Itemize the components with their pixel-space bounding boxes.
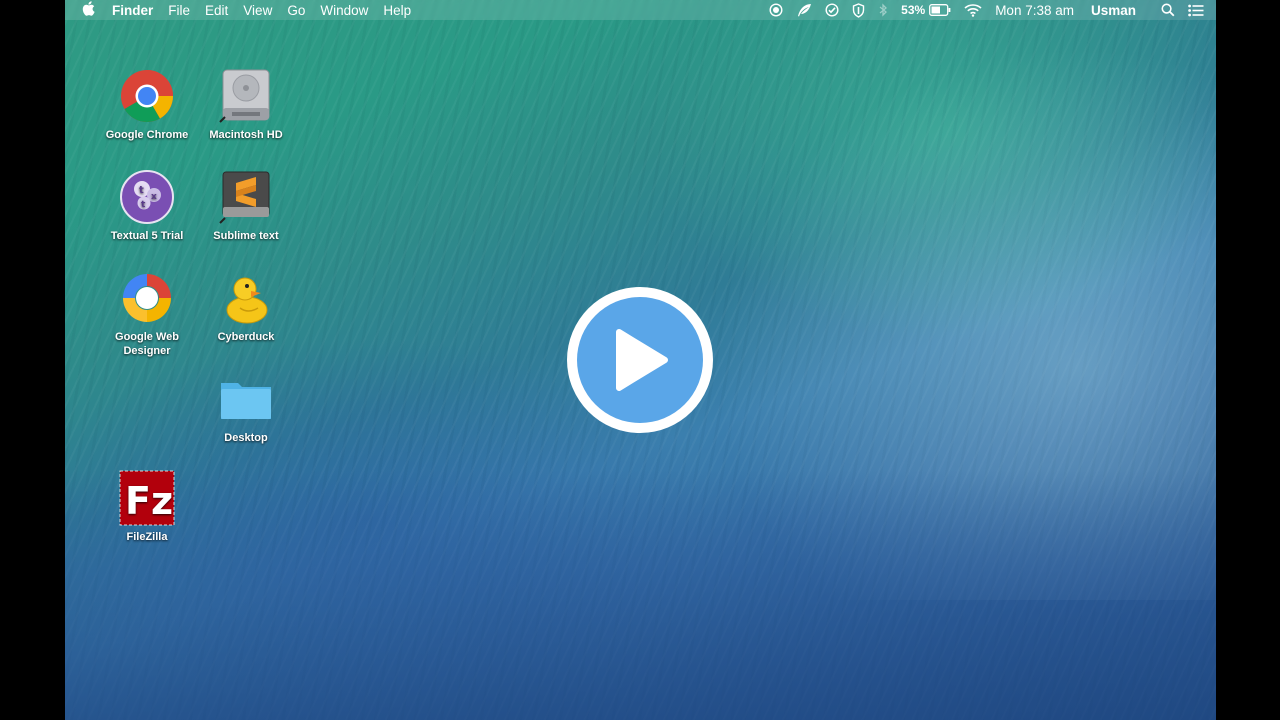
- chrome-icon: [119, 68, 175, 124]
- desktop-icon-google-chrome[interactable]: Google Chrome: [97, 68, 197, 142]
- desktop-icon-textual-5-trial[interactable]: t x t Textual 5 Trial: [97, 169, 197, 243]
- desktop-icon-macintosh-hd[interactable]: Macintosh HD: [196, 68, 296, 142]
- menu-go[interactable]: Go: [287, 3, 305, 18]
- desktop-icon-label: Google Web Designer: [115, 331, 179, 357]
- desktop-icon-label: Sublime text: [213, 230, 279, 242]
- hard-drive-icon: [218, 68, 274, 124]
- desktop-icon-filezilla[interactable]: Fz FileZilla: [97, 470, 197, 544]
- desktop-icon-label: Textual 5 Trial: [110, 230, 184, 242]
- feather-icon[interactable]: [796, 3, 812, 17]
- spotlight-search-icon[interactable]: [1161, 3, 1175, 17]
- svg-text:t: t: [139, 185, 144, 196]
- video-play-button[interactable]: [567, 287, 713, 433]
- desktop-icon-label: FileZilla: [126, 531, 168, 543]
- battery-percent[interactable]: 53%: [901, 3, 925, 17]
- svg-text:Fz: Fz: [125, 479, 173, 523]
- bluetooth-icon[interactable]: [878, 3, 888, 17]
- apple-menu-icon[interactable]: [82, 1, 95, 19]
- svg-text:x: x: [151, 192, 157, 202]
- menu-window[interactable]: Window: [320, 3, 368, 18]
- desktop-icon-desktop-folder[interactable]: Desktop: [196, 371, 296, 445]
- textual-chat-icon: t x t: [119, 169, 175, 225]
- shield-icon[interactable]: [852, 2, 865, 18]
- desktop-icon-cyberduck[interactable]: Cyberduck: [196, 270, 296, 344]
- wifi-icon[interactable]: [964, 3, 982, 17]
- sublime-text-icon: [218, 169, 274, 225]
- menu-help[interactable]: Help: [383, 3, 411, 18]
- record-icon[interactable]: [769, 3, 783, 17]
- svg-text:t: t: [141, 200, 146, 210]
- desktop-icon-google-web-designer[interactable]: Google Web Designer: [97, 270, 197, 358]
- folder-icon: [218, 371, 274, 427]
- desktop-icon-label: Macintosh HD: [209, 129, 283, 141]
- filezilla-icon: Fz: [119, 470, 175, 526]
- desktop-icon-label: Google Chrome: [105, 129, 189, 141]
- menu-clock[interactable]: Mon 7:38 am: [995, 3, 1074, 18]
- play-icon: [616, 329, 668, 391]
- battery-icon[interactable]: [929, 4, 951, 16]
- check-circle-icon[interactable]: [825, 3, 839, 17]
- menu-edit[interactable]: Edit: [205, 3, 228, 18]
- desktop-icon-label: Cyberduck: [217, 331, 275, 343]
- notification-center-icon[interactable]: [1188, 4, 1204, 17]
- menu-bar: Finder File Edit View Go Window Help 53%…: [65, 0, 1216, 20]
- desktop-icon-sublime-text[interactable]: Sublime text: [196, 169, 296, 243]
- menu-user[interactable]: Usman: [1091, 3, 1136, 18]
- play-button-circle: [577, 297, 703, 423]
- desktop-icon-label: Desktop: [224, 432, 268, 444]
- menu-view[interactable]: View: [243, 3, 272, 18]
- menu-app-finder[interactable]: Finder: [112, 3, 153, 18]
- google-web-designer-icon: [119, 270, 175, 326]
- menu-file[interactable]: File: [168, 3, 190, 18]
- cyberduck-icon: [218, 270, 274, 326]
